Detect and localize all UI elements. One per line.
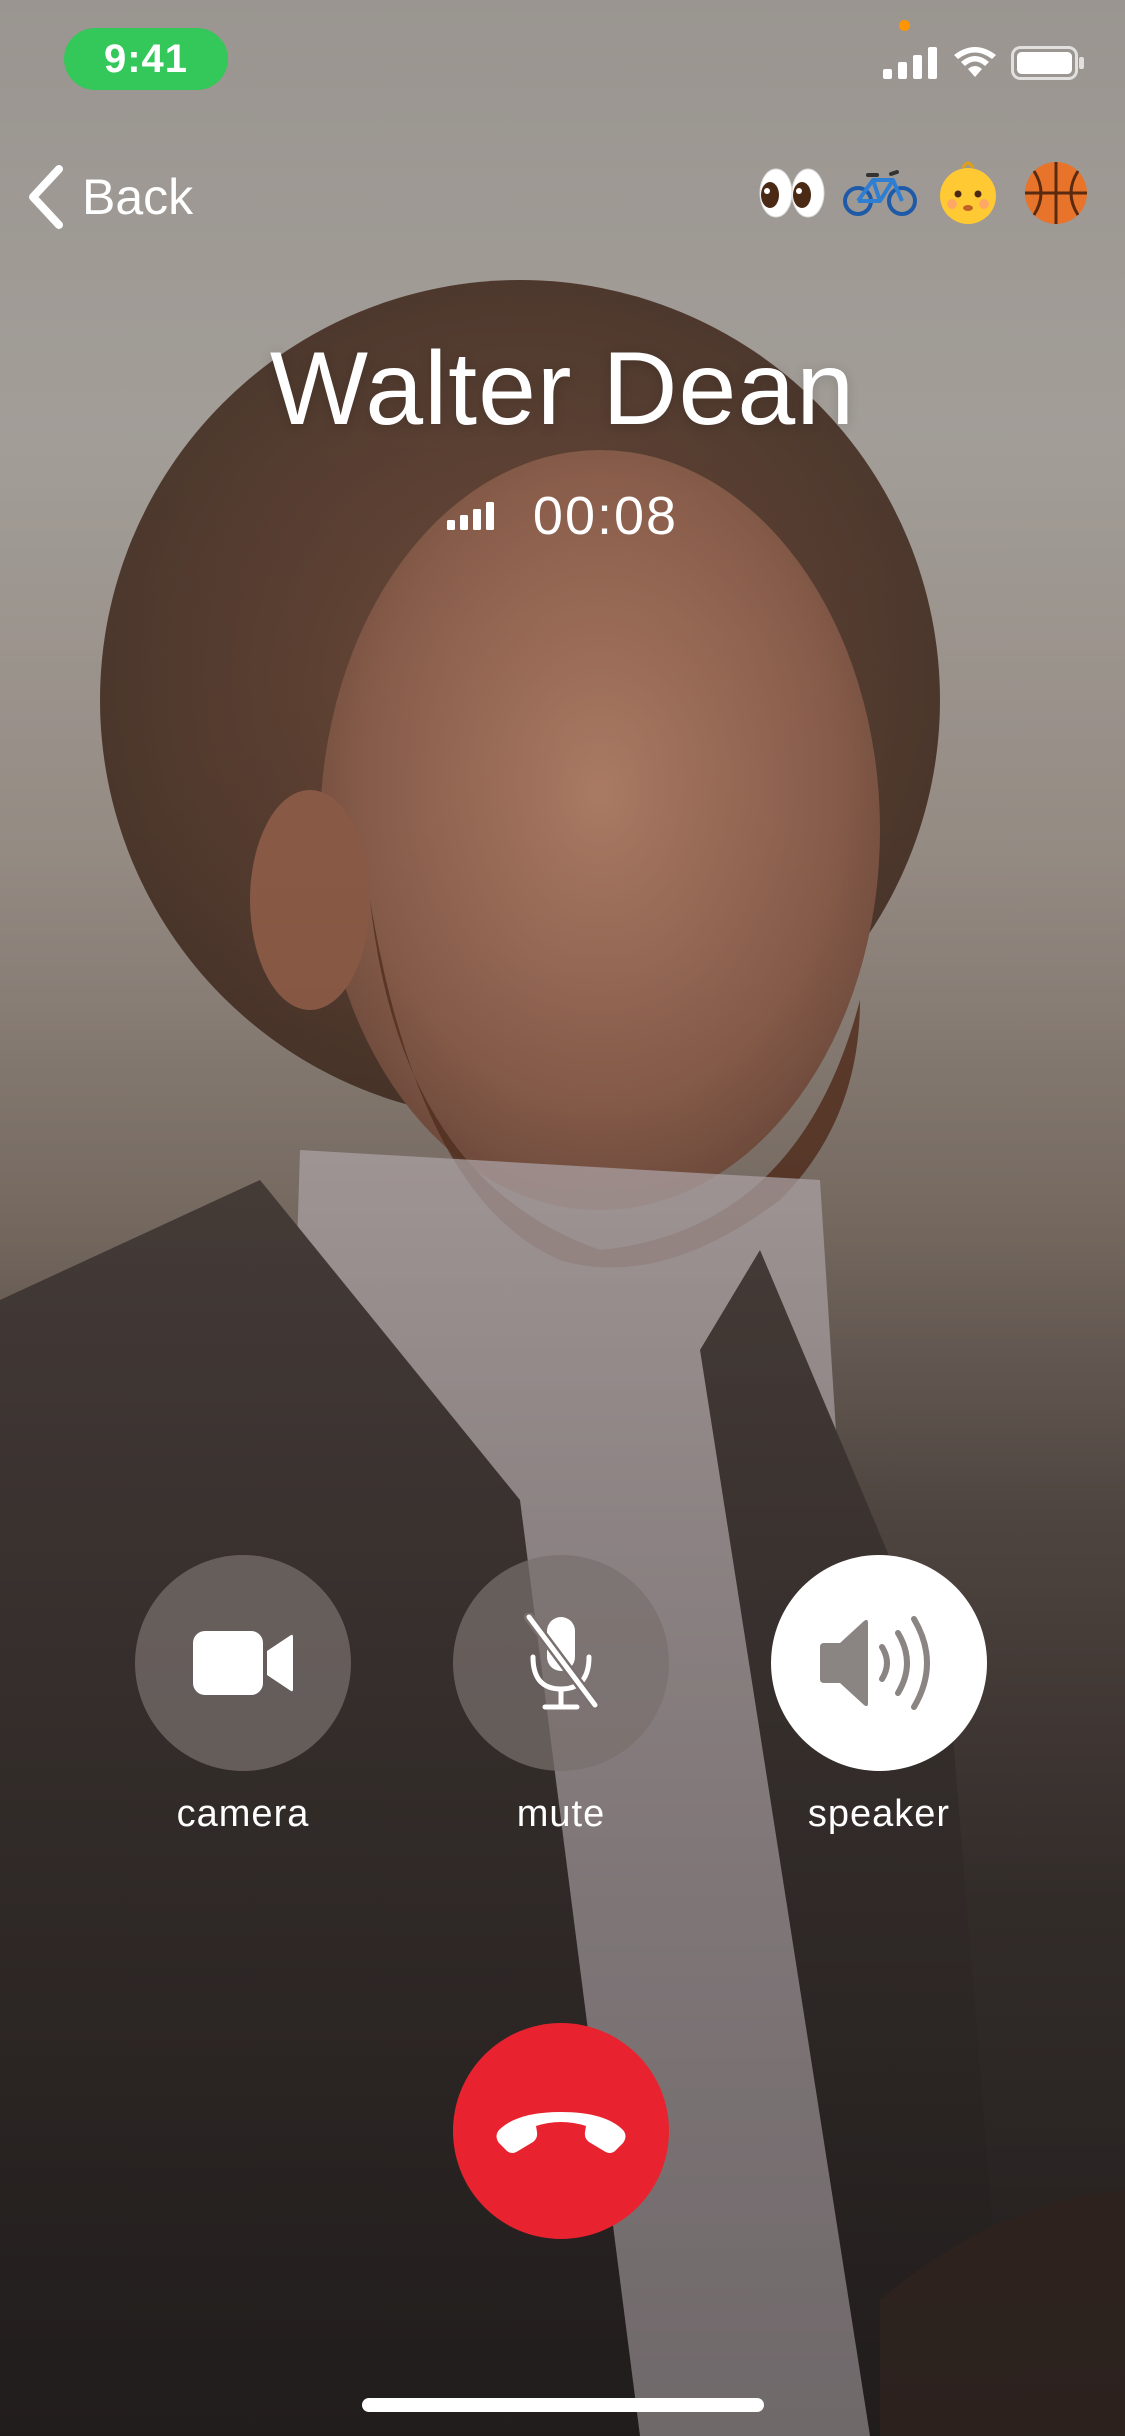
camera-label: camera — [176, 1793, 310, 1835]
speaker-label: speaker — [807, 1793, 951, 1835]
bicycle-emoji-icon — [843, 170, 917, 216]
speaker-button[interactable] — [771, 1555, 987, 1771]
mute-control: mute — [453, 1555, 669, 1836]
speaker-wave-icon — [820, 1616, 930, 1710]
mute-button[interactable] — [453, 1555, 669, 1771]
reaction-emoji-row — [755, 156, 1093, 230]
status-bar-icons — [883, 46, 1085, 80]
baby-emoji-icon — [940, 161, 996, 224]
baby-emoji-button[interactable] — [931, 156, 1005, 230]
battery-icon — [1011, 46, 1084, 80]
call-status: 00:08 — [0, 485, 1125, 547]
basketball-emoji-button[interactable] — [1019, 156, 1093, 230]
microphone-slash-icon — [524, 1613, 599, 1710]
call-duration: 00:08 — [532, 486, 679, 546]
phone-hangup-icon — [496, 2112, 626, 2153]
back-button[interactable]: Back — [26, 160, 193, 234]
eyes-emoji-button[interactable] — [755, 156, 829, 230]
status-bar-time: 9:41 — [64, 28, 228, 90]
home-indicator[interactable] — [362, 2398, 764, 2412]
mute-label: mute — [516, 1793, 606, 1835]
privacy-indicator-dot — [899, 20, 910, 31]
caller-name: Walter Dean — [269, 331, 856, 447]
cellular-signal-icon — [883, 47, 937, 79]
camera-button[interactable] — [135, 1555, 351, 1771]
back-label: Back — [82, 169, 194, 225]
chevron-left-icon — [29, 165, 63, 229]
call-screen: 9:41 Back Walter Dean 00:08 camera mute … — [0, 0, 1125, 2436]
video-camera-icon — [193, 1631, 293, 1695]
camera-control: camera — [135, 1555, 351, 1836]
bicycle-emoji-button[interactable] — [843, 156, 917, 230]
speaker-control: speaker — [771, 1555, 987, 1836]
eyes-emoji-icon — [759, 168, 825, 218]
end-call-button[interactable] — [453, 2023, 669, 2239]
basketball-emoji-icon — [1025, 162, 1087, 224]
signal-strength-icon — [446, 502, 494, 530]
wifi-icon — [954, 47, 996, 77]
